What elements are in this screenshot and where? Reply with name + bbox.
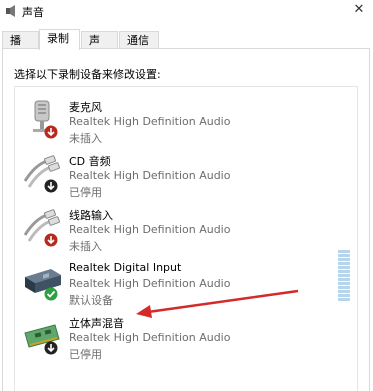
annotation-arrow <box>136 289 299 318</box>
tab-recording[interactable]: 录制 <box>39 29 80 50</box>
